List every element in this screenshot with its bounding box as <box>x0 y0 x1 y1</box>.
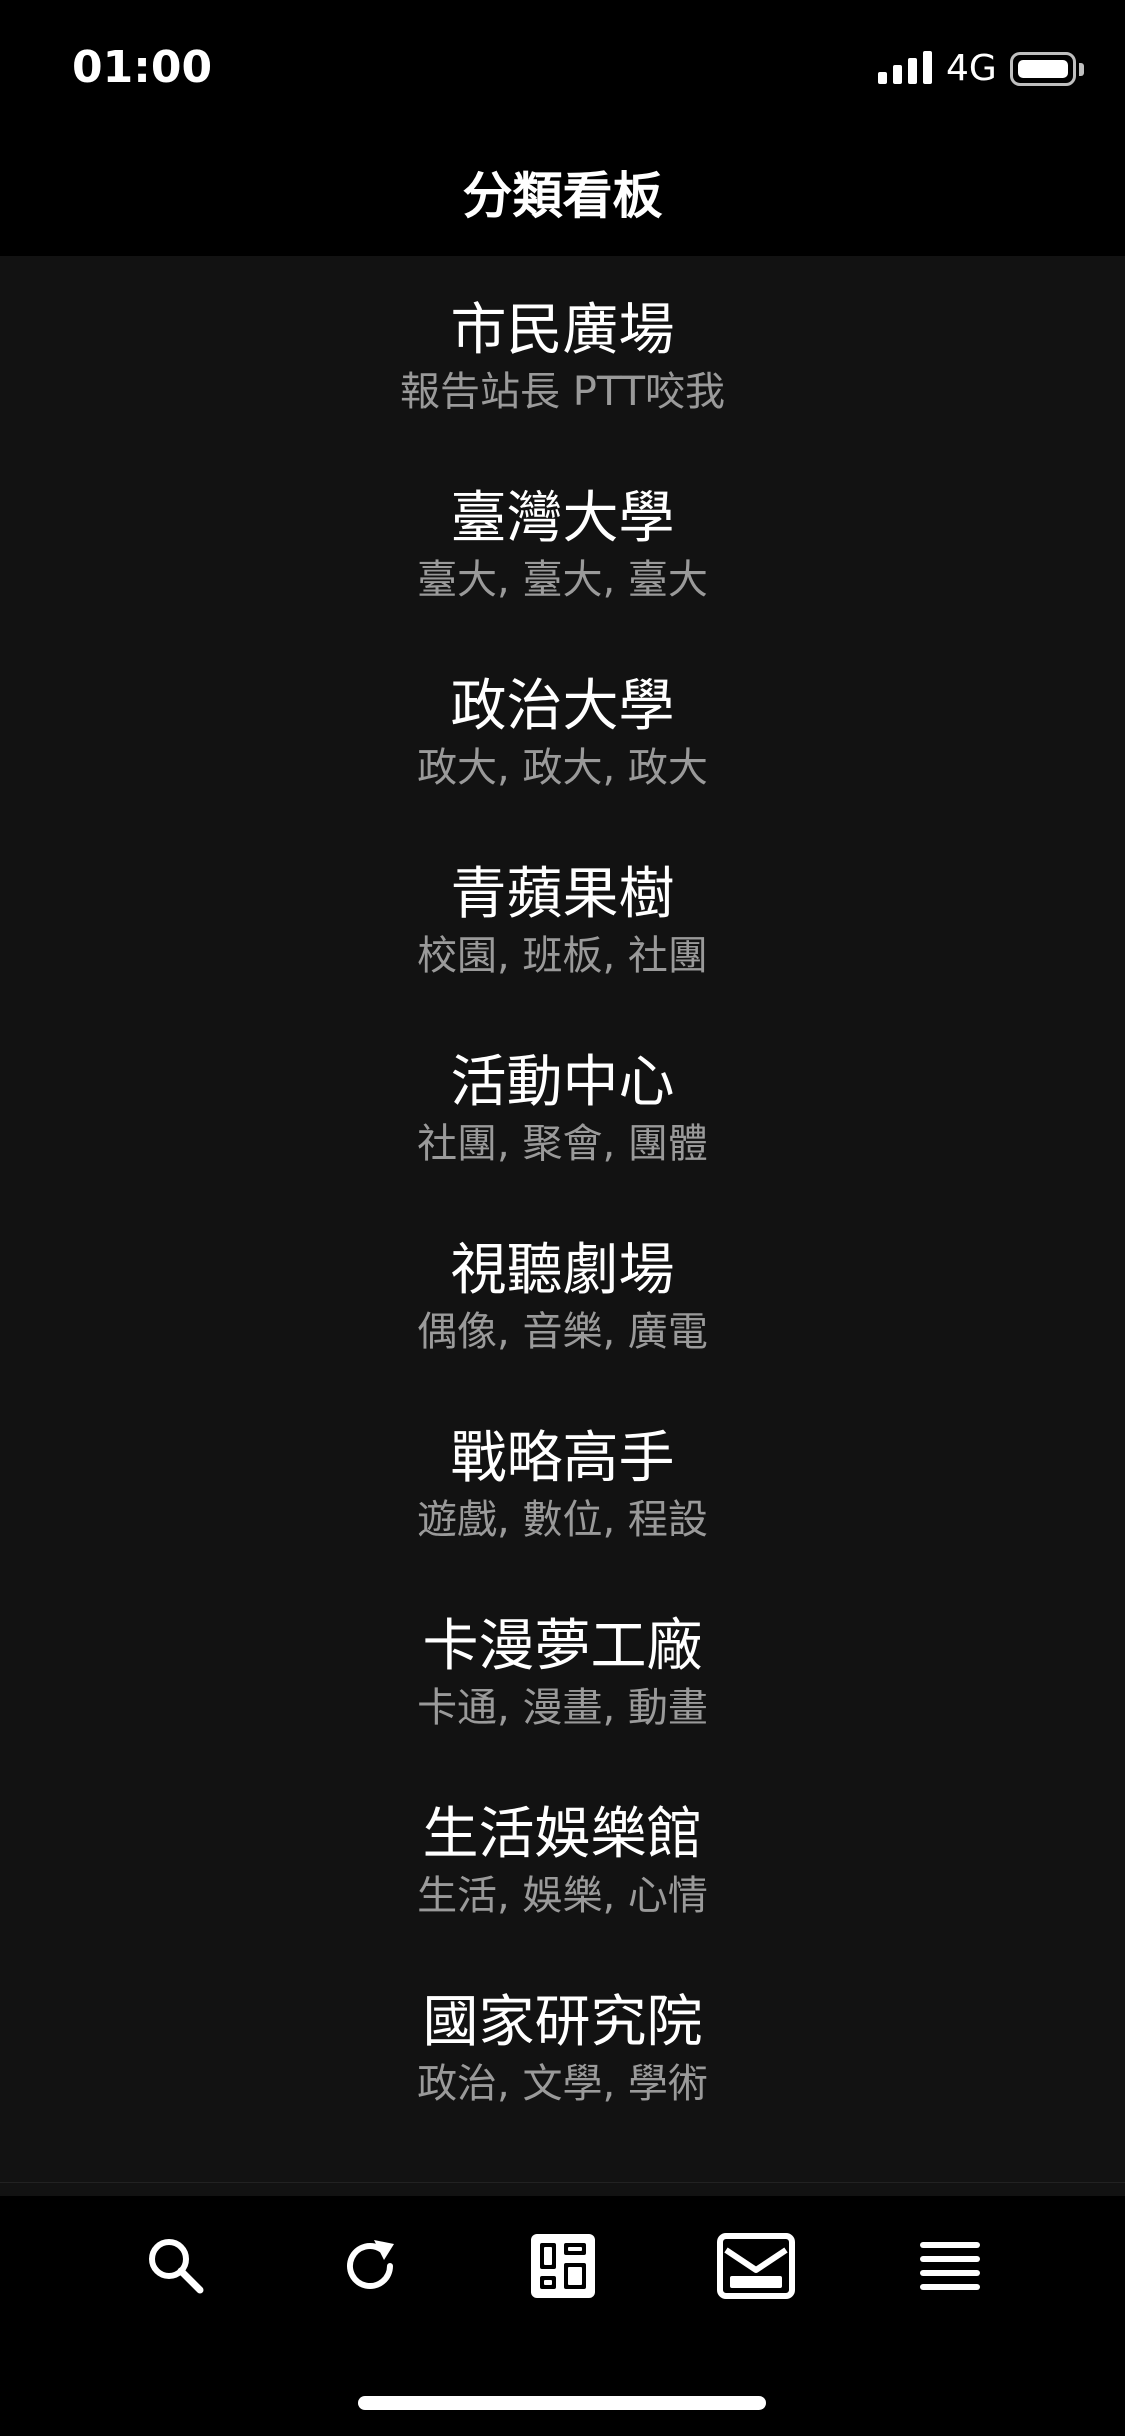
board-name: 政治大學 <box>450 674 675 739</box>
status-time: 01:00 <box>72 42 213 93</box>
tab-divider <box>0 2182 1125 2197</box>
network-label: 4G <box>946 48 997 89</box>
board-name: 活動中心 <box>450 1050 675 1115</box>
page-title: 分類看板 <box>462 167 663 225</box>
board-description: 政治, 文學, 學術 <box>417 2061 708 2107</box>
board-description: 政大, 政大, 政大 <box>417 745 708 791</box>
board-description: 卡通, 漫畫, 動畫 <box>417 1685 708 1731</box>
board-description: 社團, 聚會, 團體 <box>417 1121 708 1167</box>
board-description: 報告站長 PTT咬我 <box>400 369 725 415</box>
board-name: 視聽劇場 <box>450 1238 675 1303</box>
board-item-ntu[interactable]: 臺灣大學 臺大, 臺大, 臺大 <box>0 486 1125 610</box>
boards-grid-icon[interactable] <box>527 2230 599 2302</box>
status-bar: 01:00 4G <box>0 0 1125 140</box>
board-description: 校園, 班板, 社團 <box>417 933 708 979</box>
board-description: 生活, 娛樂, 心情 <box>417 1873 708 1919</box>
board-name: 市民廣場 <box>450 298 675 363</box>
header-divider <box>0 256 1125 271</box>
home-indicator[interactable] <box>358 2396 766 2410</box>
board-item-nccu[interactable]: 政治大學 政大, 政大, 政大 <box>0 674 1125 798</box>
board-item-citizen-plaza[interactable]: 市民廣場 報告站長 PTT咬我 <box>0 298 1125 422</box>
board-item-strategy-masters[interactable]: 戰略高手 遊戲, 數位, 程設 <box>0 1426 1125 1550</box>
board-description: 偶像, 音樂, 廣電 <box>417 1309 708 1355</box>
board-item-green-apple-tree[interactable]: 青蘋果樹 校園, 班板, 社團 <box>0 862 1125 986</box>
board-name: 生活娛樂館 <box>422 1802 703 1867</box>
board-item-national-institute[interactable]: 國家研究院 政治, 文學, 學術 <box>0 1990 1125 2114</box>
search-icon[interactable] <box>140 2230 212 2302</box>
menu-icon[interactable] <box>914 2230 986 2302</box>
board-name: 國家研究院 <box>422 1990 703 2055</box>
board-name: 青蘋果樹 <box>450 862 675 927</box>
mail-icon[interactable] <box>716 2230 796 2302</box>
board-name: 臺灣大學 <box>450 486 675 551</box>
board-list: 市民廣場 報告站長 PTT咬我 臺灣大學 臺大, 臺大, 臺大 政治大學 政大,… <box>0 270 1125 2182</box>
board-item-life-entertainment[interactable]: 生活娛樂館 生活, 娛樂, 心情 <box>0 1802 1125 1926</box>
board-description: 遊戲, 數位, 程設 <box>417 1497 708 1543</box>
board-item-comics-factory[interactable]: 卡漫夢工廠 卡通, 漫畫, 動畫 <box>0 1614 1125 1738</box>
signal-icon <box>874 44 940 92</box>
refresh-icon[interactable] <box>334 2230 406 2302</box>
board-description: 臺大, 臺大, 臺大 <box>417 557 708 603</box>
board-item-theater[interactable]: 視聽劇場 偶像, 音樂, 廣電 <box>0 1238 1125 1362</box>
battery-icon <box>1010 52 1086 88</box>
board-name: 卡漫夢工廠 <box>422 1614 703 1679</box>
board-name: 戰略高手 <box>450 1426 675 1491</box>
board-item-activity-center[interactable]: 活動中心 社團, 聚會, 團體 <box>0 1050 1125 1174</box>
